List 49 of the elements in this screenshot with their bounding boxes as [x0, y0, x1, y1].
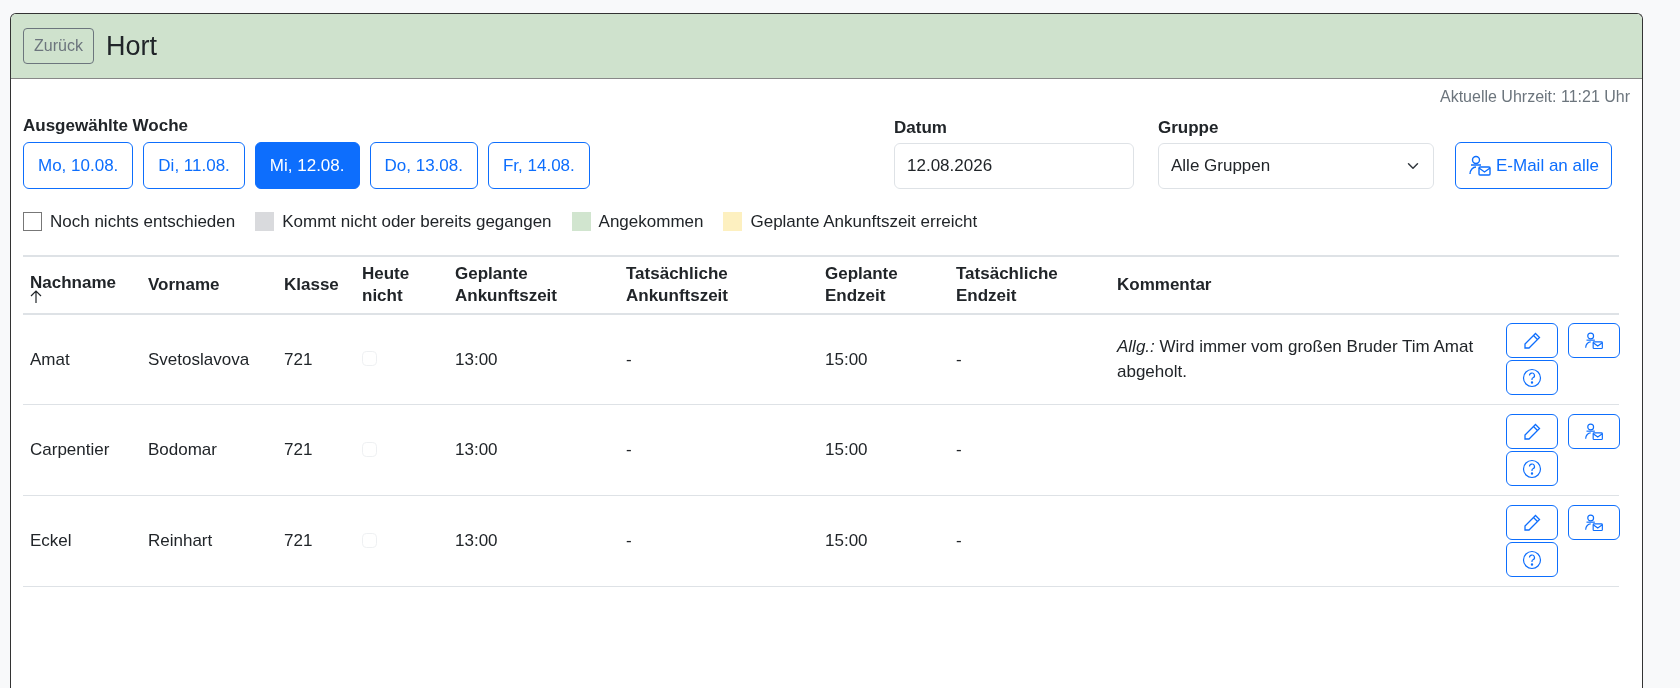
table-cell: -	[626, 349, 632, 369]
legend-label: Kommt nicht oder bereits gegangen	[282, 211, 552, 233]
column-header: Tatsächliche Ankunftszeit	[619, 255, 818, 314]
legend-label: Angekommen	[598, 211, 704, 233]
day-button[interactable]: Mo, 10.08.	[23, 141, 134, 189]
date-field[interactable]: 12.08.2026	[894, 143, 1134, 189]
legend-label: Noch nichts entschieden	[50, 211, 236, 233]
table-cell: -	[626, 531, 632, 551]
field-label: Datum	[894, 117, 947, 137]
table-cell: 13:00	[455, 349, 498, 369]
table-cell: Eckel	[30, 531, 72, 551]
table-cell: -	[956, 531, 962, 551]
column-header: Heute nicht	[355, 255, 448, 314]
email-all-button[interactable]: E-Mail an alle	[1455, 142, 1612, 189]
table-cell: Carpentier	[30, 440, 110, 460]
day-button[interactable]: Di, 11.08.	[143, 141, 245, 189]
table-cell: Reinhart	[148, 531, 213, 551]
table-cell: 15:00	[825, 349, 868, 369]
table-cell: 15:00	[825, 440, 868, 460]
table-cell: 13:00	[455, 440, 498, 460]
day-button[interactable]: Mi, 12.08.	[254, 141, 360, 189]
legend-label: Geplante Ankunftszeit erreicht	[750, 211, 978, 233]
page-title: Hort	[105, 29, 157, 63]
table-cell: Amat	[30, 349, 70, 369]
comment-text: Allg.: Wird immer vom großen Bruder Tim Amat abgeholt.	[1117, 336, 1474, 382]
table-cell: 15:00	[825, 531, 868, 551]
column-header[interactable]: Nachname	[23, 255, 141, 314]
table-cell: Svetoslavova	[148, 349, 250, 369]
field-label: Ausgewählte Woche	[23, 116, 188, 135]
table-cell: 13:00	[455, 531, 498, 551]
day-button[interactable]: Fr, 14.08.	[487, 141, 590, 189]
column-header: Geplante Ankunftszeit	[448, 255, 619, 314]
table-cell: 721	[284, 440, 313, 460]
column-header: Geplante Endzeit	[818, 255, 949, 314]
back-button[interactable]: Zurück	[23, 28, 94, 64]
column-header: Vorname	[141, 255, 277, 314]
column-header: Tatsächliche Endzeit	[949, 255, 1110, 314]
field-label: Gruppe	[1158, 117, 1219, 137]
table-cell: 721	[284, 349, 313, 369]
day-button[interactable]: Do, 13.08.	[369, 141, 478, 189]
column-header: Kommentar	[1110, 255, 1499, 314]
table-cell: 721	[284, 531, 313, 551]
group-select[interactable]: Alle Gruppen	[1158, 143, 1434, 189]
table-cell: -	[956, 349, 962, 369]
current-time: Aktuelle Uhrzeit: 11:21 Uhr	[1440, 88, 1630, 105]
table-cell: -	[626, 440, 632, 460]
table-cell: Bodomar	[148, 440, 217, 460]
table-cell: -	[956, 440, 962, 460]
column-header: Klasse	[277, 255, 355, 314]
